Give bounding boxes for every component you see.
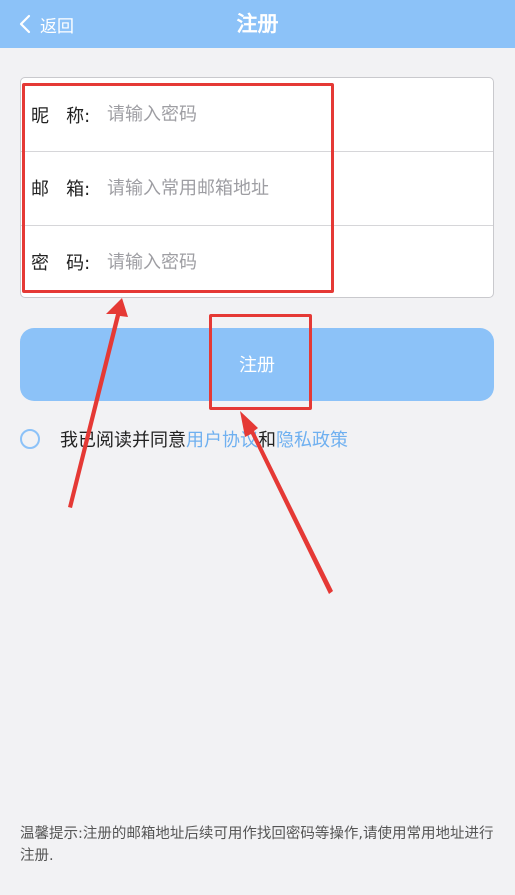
privacy-policy-link[interactable]: 隐私政策 (276, 426, 348, 452)
button-highlight-box (209, 314, 312, 410)
agree-radio[interactable] (20, 429, 40, 449)
form-highlight-box (22, 83, 334, 293)
agreement-prefix: 我已阅读并同意 (60, 430, 186, 451)
tip-text: 温馨提示:注册的邮箱地址后续可用作找回密码等操作,请使用常用地址进行注册. (20, 826, 494, 864)
user-agreement-link[interactable]: 用户协议 (186, 426, 258, 452)
agreement-conjunction: 和 (258, 430, 276, 451)
agreement-row: 我已阅读并同意 用户协议 和 隐私政策 (20, 427, 348, 451)
page-title: 注册 (236, 12, 279, 36)
header-bar: 返回 注册 (0, 0, 515, 48)
